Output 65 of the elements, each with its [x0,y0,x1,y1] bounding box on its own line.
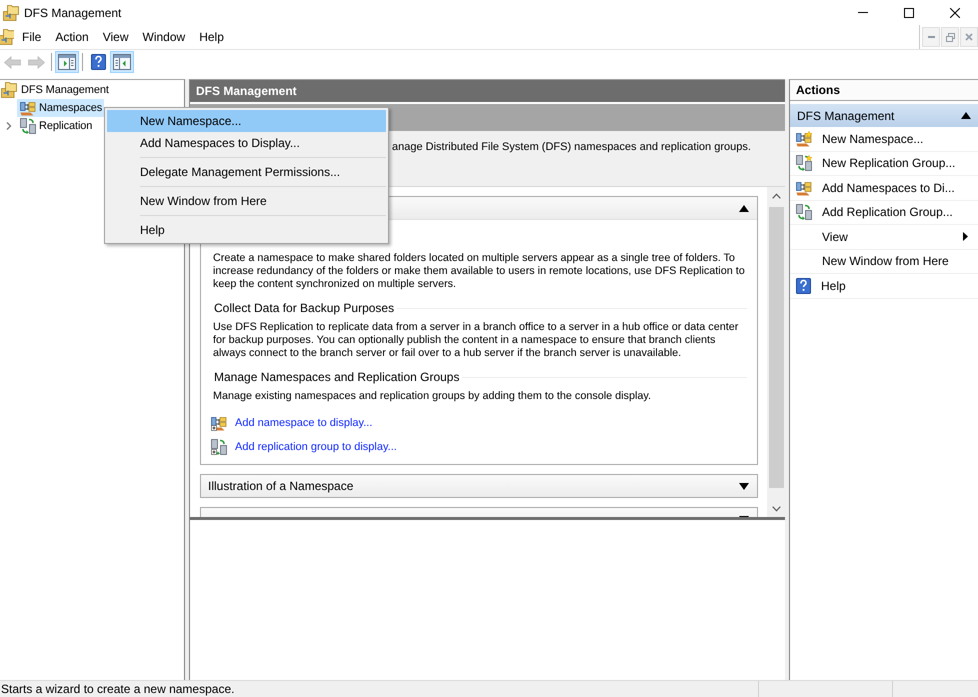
context-menu-item[interactable]: Delegate Management Permissions... [107,161,386,183]
command-item[interactable]: Help [790,274,978,298]
status-text: Starts a wizard to create a new namespace. [0,682,234,696]
context-menu-item[interactable]: New Namespace... [107,110,386,132]
restore-button[interactable] [941,27,959,47]
section-heading: Collect Data for Backup Purposes [213,301,394,315]
folders-icon [1,82,17,98]
server-sync-icon [20,118,36,134]
folder-tree-icon [20,100,36,116]
paragraph: Use DFS Replication to replicate data from a server in a branch office to a server in a hub office or data center for backup purposes. You can optionally publish the content in a namespace to ensure that branch clients always connect to the branch server or fail over to a hub server if the branch server is unavailable. [213,321,740,360]
minimize-icon [858,12,868,13]
actions-title: Actions [790,80,978,101]
pane-icon [113,54,131,70]
context-menu-item[interactable]: Add Namespaces to Display... [107,132,386,154]
pane-icon [58,54,76,70]
pane-toggle-button[interactable] [110,51,134,73]
menu-bar-item[interactable]: Action [48,27,96,47]
minimize-icon [928,36,934,38]
server-sync-star-icon [796,155,812,172]
close-icon [965,33,973,41]
forward-arrow-icon [28,56,44,68]
command-item[interactable]: Add Namespaces to Di... [790,176,978,200]
help-icon [90,54,106,70]
window-title: DFS Management [24,6,122,20]
pane-toggle-button[interactable] [55,51,79,73]
paragraph: Manage existing namespaces and replication groups by adding them to the console display. [213,390,652,403]
command-item[interactable]: New Replication Group... [790,152,978,176]
back-arrow-icon [4,56,20,68]
chevron-up-icon [772,192,780,198]
section-header[interactable]: Illustration of a Namespace [201,475,757,497]
context-menu-item[interactable]: Help [107,219,386,241]
menu-bar-item[interactable]: Window [136,27,192,47]
menu-bar-item[interactable]: File [15,27,48,47]
help-icon [796,278,811,294]
pane-header: DFS Management [190,80,785,102]
server-sync-icon [796,204,812,220]
folders-icon [3,4,19,20]
command-item[interactable]: New Namespace... [790,127,978,152]
minimize-button[interactable] [922,27,940,47]
paragraph: Create a namespace to make shared folders located on multiple servers appear as a single tree of folders. To increase redundancy of the folders or make them available to users in remote locations, use DFS Replication to keep the content synchronized on multiple servers. [213,252,746,291]
server-sync-plus-icon [211,439,227,455]
folder-tree-icon [796,180,812,196]
description-text: anage Distributed File System (DFS) namespaces and replication groups. [392,141,751,153]
menu-bar-item[interactable]: View [96,27,136,47]
link[interactable]: Add namespace to display... [235,417,372,429]
tree-item[interactable]: DFS Management [0,81,111,99]
folder-tree-star-icon [796,130,812,147]
restore-icon [946,32,954,42]
chevron-down-icon [772,506,780,512]
tree-item[interactable]: Namespaces [17,99,104,117]
folder-tree-plus-icon [211,415,227,431]
context-menu-item[interactable]: New Window from Here [107,190,386,212]
command-item[interactable]: View [790,225,978,250]
command-item[interactable]: Add Replication Group... [790,200,978,225]
link[interactable]: Add replication group to display... [235,441,397,453]
menu-bar-item[interactable]: Help [192,27,231,47]
tree-item[interactable]: Replication [17,117,94,135]
submenu-arrow-icon [963,232,968,242]
command-group-header[interactable]: DFS Management [790,104,978,127]
maximize-icon [904,8,914,18]
close-icon [950,8,960,18]
folders-icon [0,29,14,45]
section-heading: Manage Namespaces and Replication Groups [213,370,460,384]
command-item[interactable]: New Window from Here [790,250,978,274]
scrollbar-thumb[interactable] [768,207,784,488]
